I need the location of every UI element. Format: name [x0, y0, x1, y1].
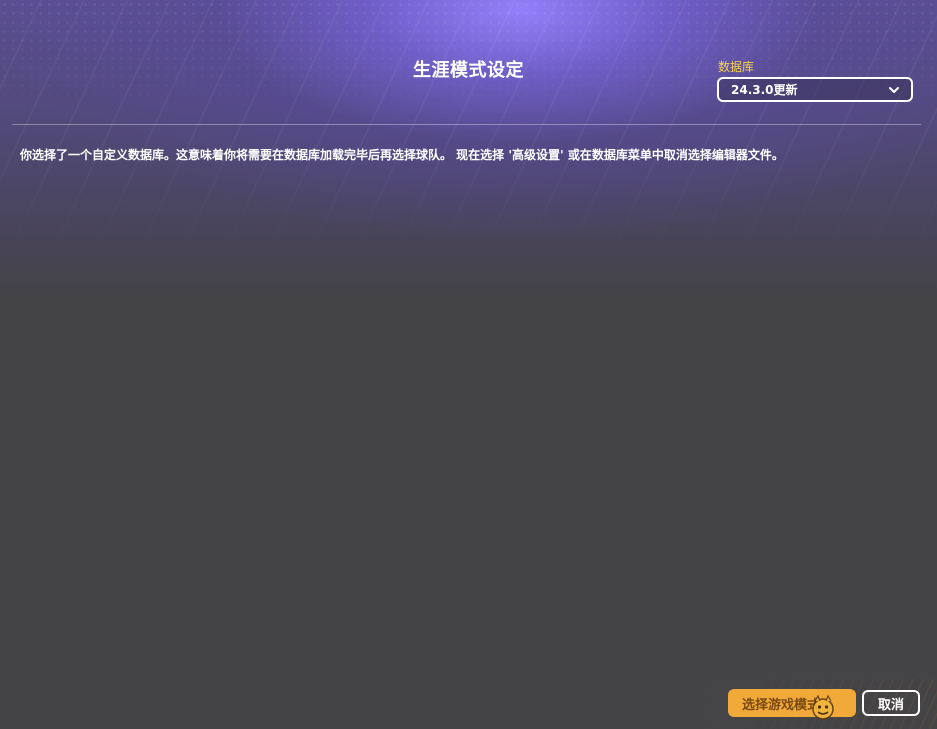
custom-database-message: 你选择了一个自定义数据库。这意味着你将需要在数据库加载完毕后再选择球队。 现在选…	[20, 148, 784, 162]
database-dropdown[interactable]: 24.3.0更新	[717, 77, 913, 102]
database-selected-value: 24.3.0更新	[731, 83, 798, 97]
mascot-logo-icon	[812, 694, 834, 720]
career-mode-setup-screen: 生涯模式设定 数据库 24.3.0更新 你选择了一个自定义数据库。这意味着你将需…	[0, 0, 937, 729]
cancel-button[interactable]: 取消	[862, 690, 920, 716]
database-label: 数据库	[718, 60, 755, 74]
chevron-down-icon	[889, 87, 899, 93]
header-divider	[12, 124, 921, 125]
